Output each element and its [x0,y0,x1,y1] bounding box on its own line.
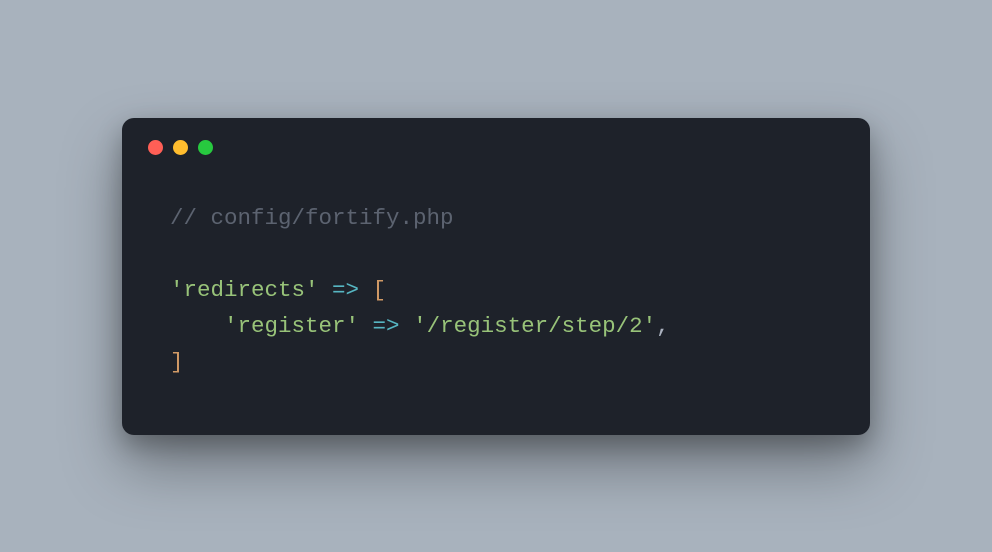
code-arrow: => [359,313,413,339]
code-key-register: 'register' [224,313,359,339]
code-window: // config/fortify.php 'redirects' => [ '… [122,118,870,435]
window-titlebar [122,118,870,165]
code-comma: , [656,313,670,339]
minimize-icon[interactable] [173,140,188,155]
code-value-register: '/register/step/2' [413,313,656,339]
code-comment: // config/fortify.php [170,205,454,231]
code-bracket-open: [ [373,277,387,303]
code-block: // config/fortify.php 'redirects' => [ '… [122,165,870,435]
close-icon[interactable] [148,140,163,155]
code-key-redirects: 'redirects' [170,277,319,303]
code-arrow: => [319,277,373,303]
code-bracket-close: ] [170,349,184,375]
maximize-icon[interactable] [198,140,213,155]
